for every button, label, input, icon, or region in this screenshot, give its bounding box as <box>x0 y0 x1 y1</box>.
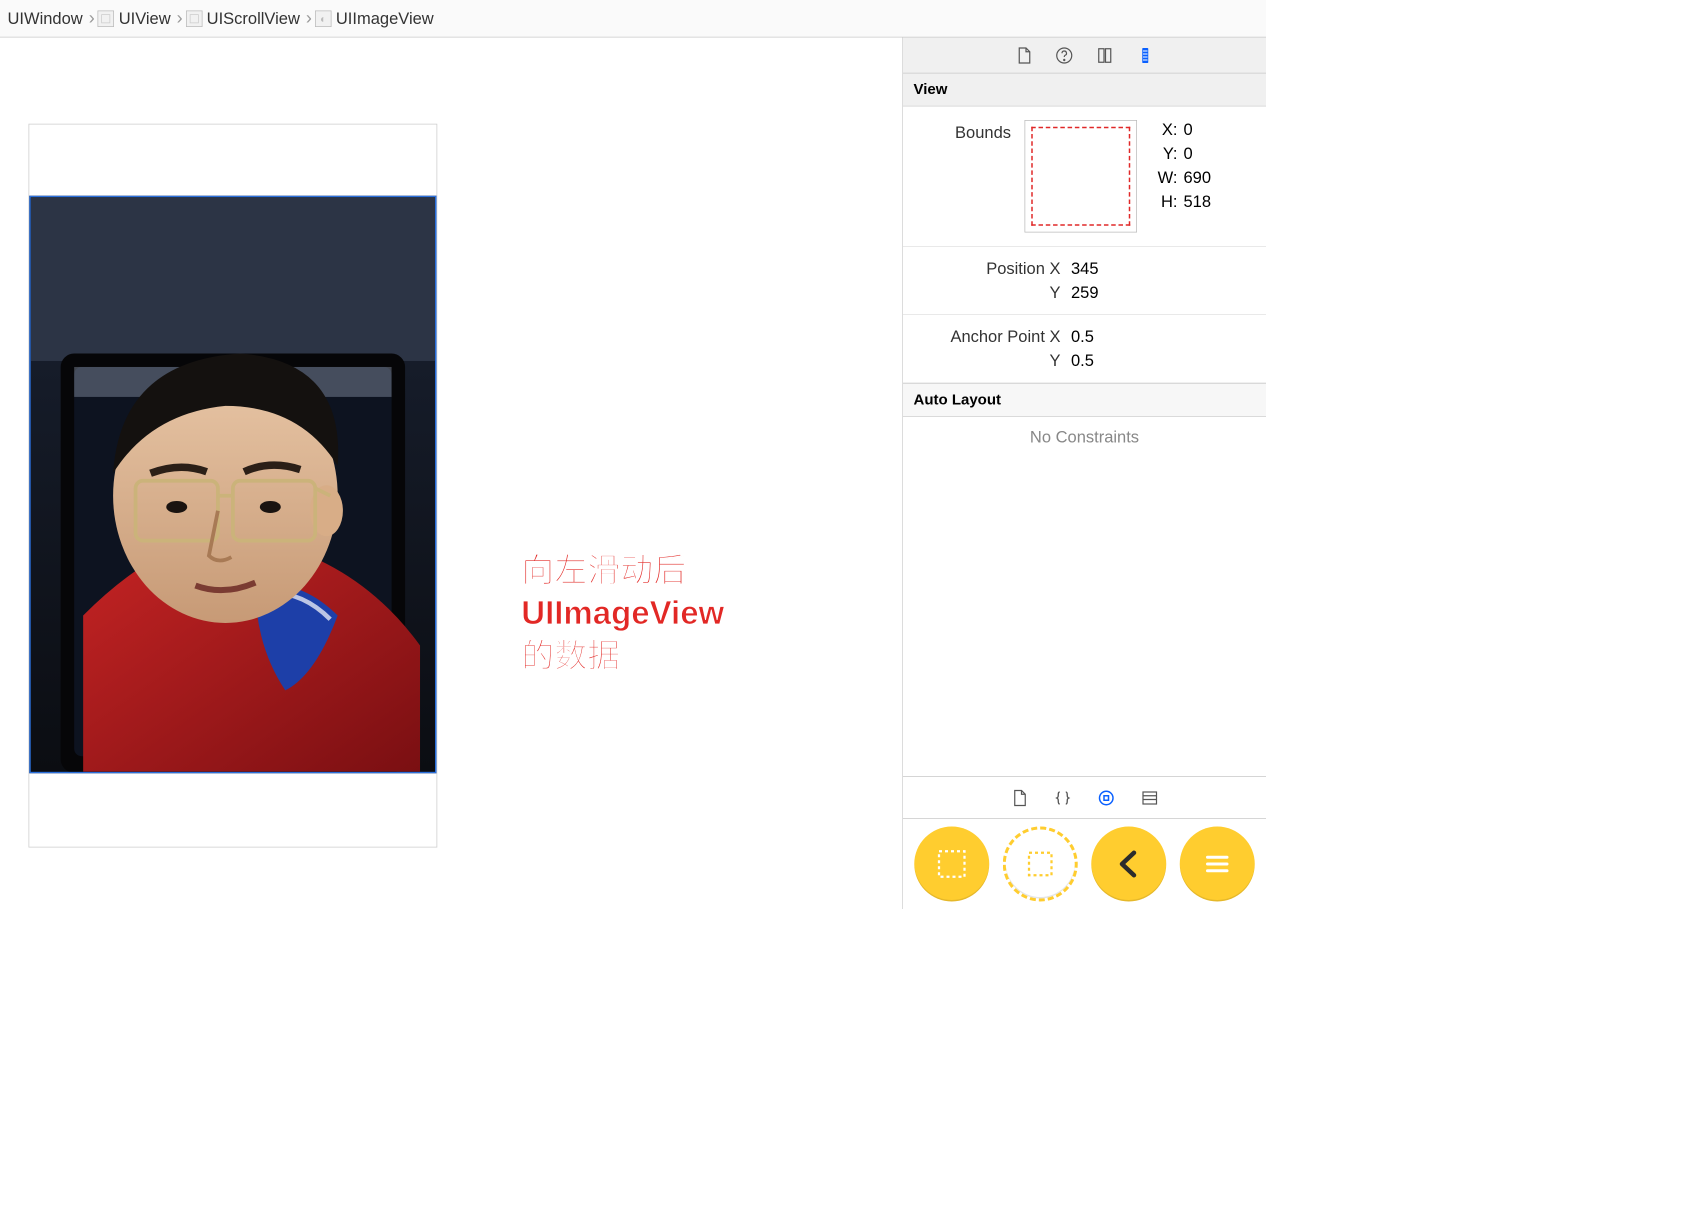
section-header-view: View <box>903 74 1266 107</box>
breadcrumb-seg-uiscrollview[interactable]: UIScrollView <box>186 9 303 29</box>
object-library-row <box>903 819 1266 909</box>
position-y-label: Y <box>914 283 1072 303</box>
bounds-y-value[interactable]: 0 <box>1184 144 1193 164</box>
device-frame <box>29 124 438 848</box>
bounds-y-label: Y: <box>1151 144 1178 164</box>
view-icon <box>98 10 115 27</box>
anchor-x-value[interactable]: 0.5 <box>1071 327 1256 347</box>
breadcrumb-seg-uiwindow[interactable]: UIWindow <box>8 9 86 29</box>
canvas-area[interactable]: 向左滑动后 UIImageView的数据 <box>0 38 902 910</box>
list-library-icon[interactable] <box>1139 787 1160 808</box>
no-constraints-text: No Constraints <box>903 417 1266 462</box>
target-library-icon[interactable] <box>1096 787 1117 808</box>
file-tab-icon[interactable] <box>1014 44 1034 67</box>
breadcrumb-label: UIScrollView <box>207 9 300 29</box>
section-header-autolayout: Auto Layout <box>903 383 1266 417</box>
uiimageview-preview[interactable] <box>29 196 436 774</box>
anchor-y-value[interactable]: 0.5 <box>1071 351 1256 371</box>
position-x-value[interactable]: 345 <box>1071 259 1256 279</box>
image-icon <box>315 10 332 27</box>
breadcrumb-label: UIView <box>119 9 171 29</box>
bounds-label: Bounds <box>914 120 1012 143</box>
breadcrumb: UIWindow › UIView › UIScrollView › UIIma… <box>0 0 1266 38</box>
library-item-lines[interactable] <box>1180 827 1255 902</box>
chevron-right-icon: › <box>303 8 315 29</box>
breadcrumb-seg-uiimageview[interactable]: UIImageView <box>315 9 437 29</box>
anchor-section: Anchor Point X 0.5 Y 0.5 <box>903 315 1266 383</box>
position-section: Position X 345 Y 259 <box>903 247 1266 315</box>
breadcrumb-seg-uiview[interactable]: UIView <box>98 9 174 29</box>
library-tabbar <box>903 777 1266 819</box>
file-library-icon[interactable] <box>1009 787 1030 808</box>
help-tab-icon[interactable] <box>1055 44 1075 67</box>
bounds-x-label: X: <box>1151 120 1178 140</box>
braces-library-icon[interactable] <box>1052 787 1073 808</box>
anchor-x-label: Anchor Point X <box>914 327 1072 347</box>
library-item-dashed-box[interactable] <box>1003 827 1078 902</box>
inspector-tabbar <box>903 38 1266 74</box>
bounds-w-value[interactable]: 690 <box>1184 168 1212 188</box>
inspector-panel: View Bounds X:0 Y:0 W:690 H:518 Positio <box>902 38 1266 910</box>
breadcrumb-label: UIImageView <box>336 9 434 29</box>
bounds-w-label: W: <box>1151 168 1178 188</box>
chevron-right-icon: › <box>174 8 186 29</box>
breadcrumb-label: UIWindow <box>8 9 83 29</box>
chevron-right-icon: › <box>86 8 98 29</box>
annotation-text: 向左滑动后 UIImageView的数据 <box>521 549 731 678</box>
view-icon <box>186 10 203 27</box>
position-x-label: Position X <box>914 259 1072 279</box>
size-tab-icon[interactable] <box>1136 44 1156 67</box>
bounds-h-label: H: <box>1151 192 1178 212</box>
library-item-solid-box[interactable] <box>914 827 989 902</box>
bounds-x-value[interactable]: 0 <box>1184 120 1193 140</box>
identity-tab-icon[interactable] <box>1095 44 1115 67</box>
position-y-value[interactable]: 259 <box>1071 283 1256 303</box>
bounds-diagram <box>1025 120 1138 233</box>
bounds-row: Bounds X: 0 Y: 0 W: 690 H: 518 <box>903 107 1266 247</box>
library-item-back[interactable] <box>1091 827 1166 902</box>
anchor-y-label: Y <box>914 351 1072 371</box>
bounds-h-value[interactable]: 518 <box>1184 192 1212 212</box>
